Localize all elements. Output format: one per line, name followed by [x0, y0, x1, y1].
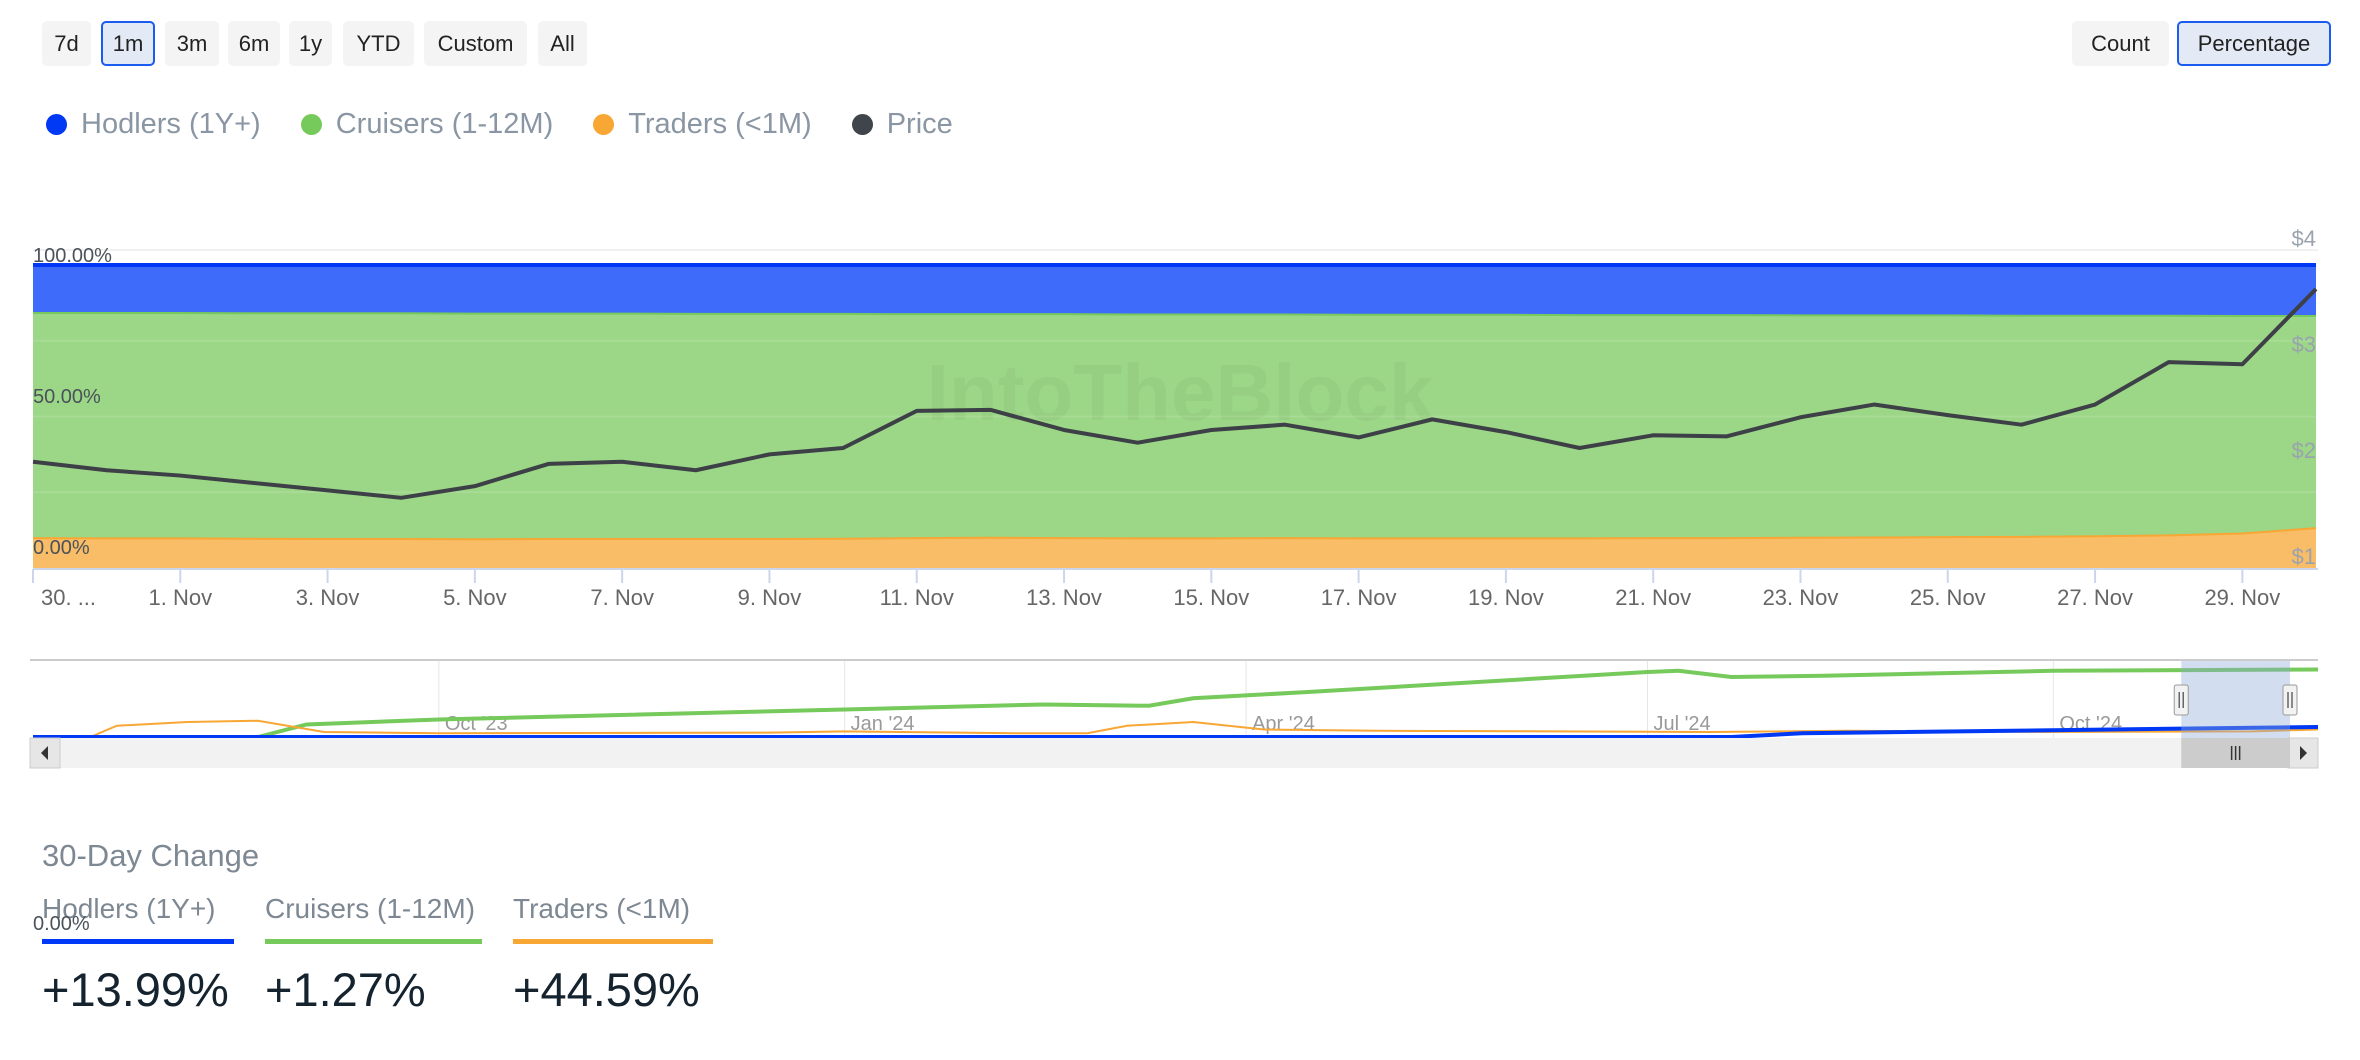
x-tick-label: 13. Nov	[1026, 585, 1102, 610]
summary-title: 30-Day Change	[42, 838, 260, 873]
hodlers-underline	[42, 939, 234, 944]
y-right-tick-label: $1	[2292, 544, 2316, 569]
x-tick-label: 1. Nov	[148, 585, 212, 610]
y-right-tick-label: $3	[2292, 332, 2316, 357]
x-tick-label: 30. ...	[41, 585, 96, 610]
navigator-scrollbar-track[interactable]	[30, 738, 2318, 768]
x-tick-label: 17. Nov	[1321, 585, 1397, 610]
navigator-handle[interactable]	[2282, 684, 2298, 716]
x-tick-label: 21. Nov	[1615, 585, 1691, 610]
y-right-tick-label: $2	[2292, 438, 2316, 463]
y-left-tick-label: 50.00%	[33, 386, 101, 408]
x-tick-label: 7. Nov	[590, 585, 654, 610]
navigator[interactable]: Oct '23 Jan '24 Apr '24 Jul '24 Oct '24	[29, 659, 2319, 769]
navigator-selected-range[interactable]	[2181, 661, 2290, 738]
navigator-tick-label: Apr '24	[1252, 713, 1315, 735]
summary-value: +13.99%	[42, 963, 229, 1016]
x-tick-label: 19. Nov	[1468, 585, 1544, 610]
x-tick-label: 25. Nov	[1910, 585, 1986, 610]
navigator-handle[interactable]	[2173, 684, 2189, 716]
x-tick-label: 29. Nov	[2204, 585, 2280, 610]
y-left-tick-label: 0.00%	[33, 537, 90, 559]
summary-label: Cruisers (1-12M)	[265, 893, 476, 924]
x-tick-label: 23. Nov	[1763, 585, 1839, 610]
x-tick-label: 9. Nov	[738, 585, 802, 610]
x-tick-label: 11. Nov	[880, 585, 954, 610]
traders-underline	[513, 939, 713, 944]
watermark: IntoTheBlock	[927, 348, 1434, 437]
cruisers-underline	[265, 939, 482, 944]
summary-cruisers: Cruisers (1-12M) +1.27%	[265, 893, 482, 1017]
area-hodlers	[33, 265, 2316, 315]
holder-composition-chart: IntoTheBlock 0.00% 50.00% 100.00% $1 $2 $3 $4…	[29, 226, 2319, 769]
summary-traders: Traders (<1M) +44.59%	[513, 893, 713, 1017]
summary-label: Traders (<1M)	[513, 893, 691, 924]
x-tick-label: 5. Nov	[443, 585, 507, 610]
summary-hodlers: Hodlers (1Y+) +13.99%	[42, 893, 234, 1017]
y-right-tick-label: $4	[2292, 226, 2316, 251]
stray-axis-label: 0.00%	[33, 913, 90, 935]
navigator-line-traders	[89, 719, 2319, 738]
summary-value: +1.27%	[265, 963, 426, 1016]
x-tick-label: 3. Nov	[296, 585, 360, 610]
x-tick-label: 27. Nov	[2057, 585, 2133, 610]
y-left-tick-label: 100.00%	[33, 245, 112, 267]
x-tick-label: 15. Nov	[1173, 585, 1249, 610]
summary-value: +44.59%	[513, 963, 700, 1016]
